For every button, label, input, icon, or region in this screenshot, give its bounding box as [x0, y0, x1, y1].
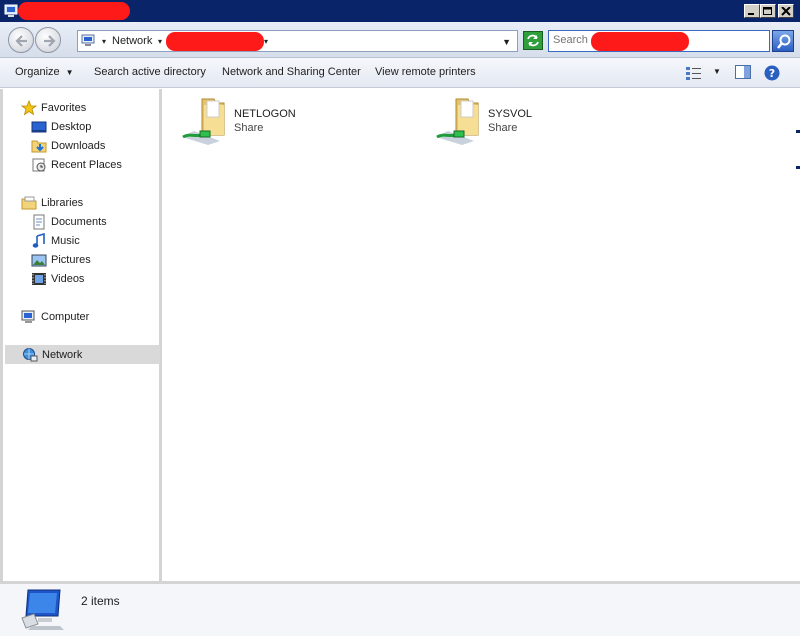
- search-field[interactable]: [548, 30, 770, 52]
- close-button[interactable]: [778, 4, 794, 18]
- address-dropdown-icon[interactable]: ▼: [502, 37, 511, 47]
- sidebar-libraries[interactable]: Libraries: [21, 193, 83, 212]
- sidebar-label: Documents: [51, 215, 107, 228]
- details-pane: 2 items: [0, 581, 800, 636]
- search-redaction: [591, 32, 689, 51]
- sidebar-network[interactable]: Network: [5, 345, 160, 364]
- navigation-bar: ▾ Network ▾ ▾ ▼: [0, 22, 800, 58]
- documents-icon: [31, 214, 47, 230]
- sidebar-computer[interactable]: Computer: [21, 307, 89, 326]
- preview-pane-icon[interactable]: [735, 65, 752, 83]
- help-icon[interactable]: ?: [764, 65, 780, 84]
- sidebar-item-videos[interactable]: Videos: [31, 269, 84, 288]
- network-location-icon: [81, 33, 97, 52]
- libraries-icon: [21, 195, 37, 211]
- sidebar-label: Desktop: [51, 120, 92, 133]
- organize-label: Organize: [15, 66, 60, 78]
- organize-button[interactable]: Organize ▼: [15, 66, 74, 78]
- music-icon: [31, 232, 47, 249]
- file-list: NETLOGON Share SYSVOL Share: [163, 89, 800, 581]
- command-bar: Organize ▼ Search active directory Networ…: [0, 58, 800, 88]
- videos-icon: [31, 271, 47, 287]
- sidebar-label: Libraries: [41, 196, 84, 209]
- sidebar-label: Downloads: [51, 139, 106, 152]
- share-name: SYSVOL: [488, 108, 533, 120]
- svg-text:?: ?: [769, 67, 775, 80]
- change-view-icon[interactable]: [685, 65, 703, 84]
- sidebar-item-desktop[interactable]: Desktop: [31, 117, 91, 136]
- navigation-pane: Favorites Desktop Downloads Recent Place…: [0, 89, 162, 581]
- shared-folder-icon: [180, 97, 228, 148]
- sidebar-label: Pictures: [51, 253, 91, 266]
- shared-folder-icon: [434, 97, 482, 148]
- title-bar[interactable]: [0, 0, 800, 22]
- chevron-down-icon: ▼: [65, 68, 74, 77]
- breadcrumb-network[interactable]: Network: [112, 35, 152, 47]
- sidebar-item-music[interactable]: Music: [31, 231, 80, 250]
- sidebar-item-pictures[interactable]: Pictures: [31, 250, 91, 269]
- arrow-left-icon: [15, 35, 27, 47]
- breadcrumb-separator-icon[interactable]: ▾: [158, 37, 162, 46]
- title-redaction: [18, 2, 130, 20]
- breadcrumb-separator-icon[interactable]: ▾: [264, 37, 268, 46]
- sidebar-label: Favorites: [41, 101, 87, 114]
- item-count: 2 items: [81, 594, 120, 608]
- sidebar-label: Network: [42, 348, 83, 361]
- sidebar-label: Computer: [41, 310, 90, 323]
- sidebar-label: Music: [51, 234, 80, 247]
- sidebar-label: Recent Places: [51, 158, 122, 171]
- search-active-directory-button[interactable]: Search active directory: [94, 66, 206, 78]
- sidebar-item-downloads[interactable]: Downloads: [31, 136, 105, 155]
- window-edge-mark: [796, 130, 800, 133]
- sidebar-item-recent-places[interactable]: Recent Places: [31, 155, 122, 174]
- search-button[interactable]: [772, 30, 794, 52]
- share-type: Share: [234, 122, 264, 134]
- minimize-button[interactable]: [744, 4, 760, 18]
- back-button[interactable]: [8, 27, 34, 53]
- address-bar[interactable]: ▾ Network ▾ ▾ ▼: [77, 30, 518, 52]
- recent-places-icon: [31, 157, 47, 173]
- breadcrumb-separator-icon[interactable]: ▾: [102, 37, 106, 46]
- share-type: Share: [488, 122, 518, 134]
- sidebar-item-documents[interactable]: Documents: [31, 212, 107, 231]
- views-dropdown-icon[interactable]: ▼: [713, 67, 721, 76]
- desktop-icon: [31, 119, 47, 135]
- window-edge-mark: [796, 166, 800, 169]
- refresh-icon: [527, 34, 539, 47]
- forward-button[interactable]: [35, 27, 61, 53]
- downloads-icon: [31, 138, 47, 154]
- share-name: NETLOGON: [234, 108, 296, 120]
- refresh-button[interactable]: [523, 31, 543, 50]
- pictures-icon: [31, 252, 47, 268]
- sidebar-favorites[interactable]: Favorites: [20, 98, 87, 117]
- sidebar-label: Videos: [51, 272, 85, 285]
- network-sharing-center-button[interactable]: Network and Sharing Center: [222, 66, 361, 78]
- breadcrumb-redaction[interactable]: [166, 32, 264, 51]
- view-remote-printers-button[interactable]: View remote printers: [375, 66, 476, 78]
- computer-large-icon: [20, 588, 66, 633]
- search-icon: [777, 34, 791, 49]
- network-globe-icon: [22, 347, 38, 363]
- maximize-button[interactable]: [760, 4, 776, 18]
- star-icon: [20, 99, 38, 116]
- computer-icon: [21, 309, 37, 325]
- arrow-right-icon: [44, 35, 56, 47]
